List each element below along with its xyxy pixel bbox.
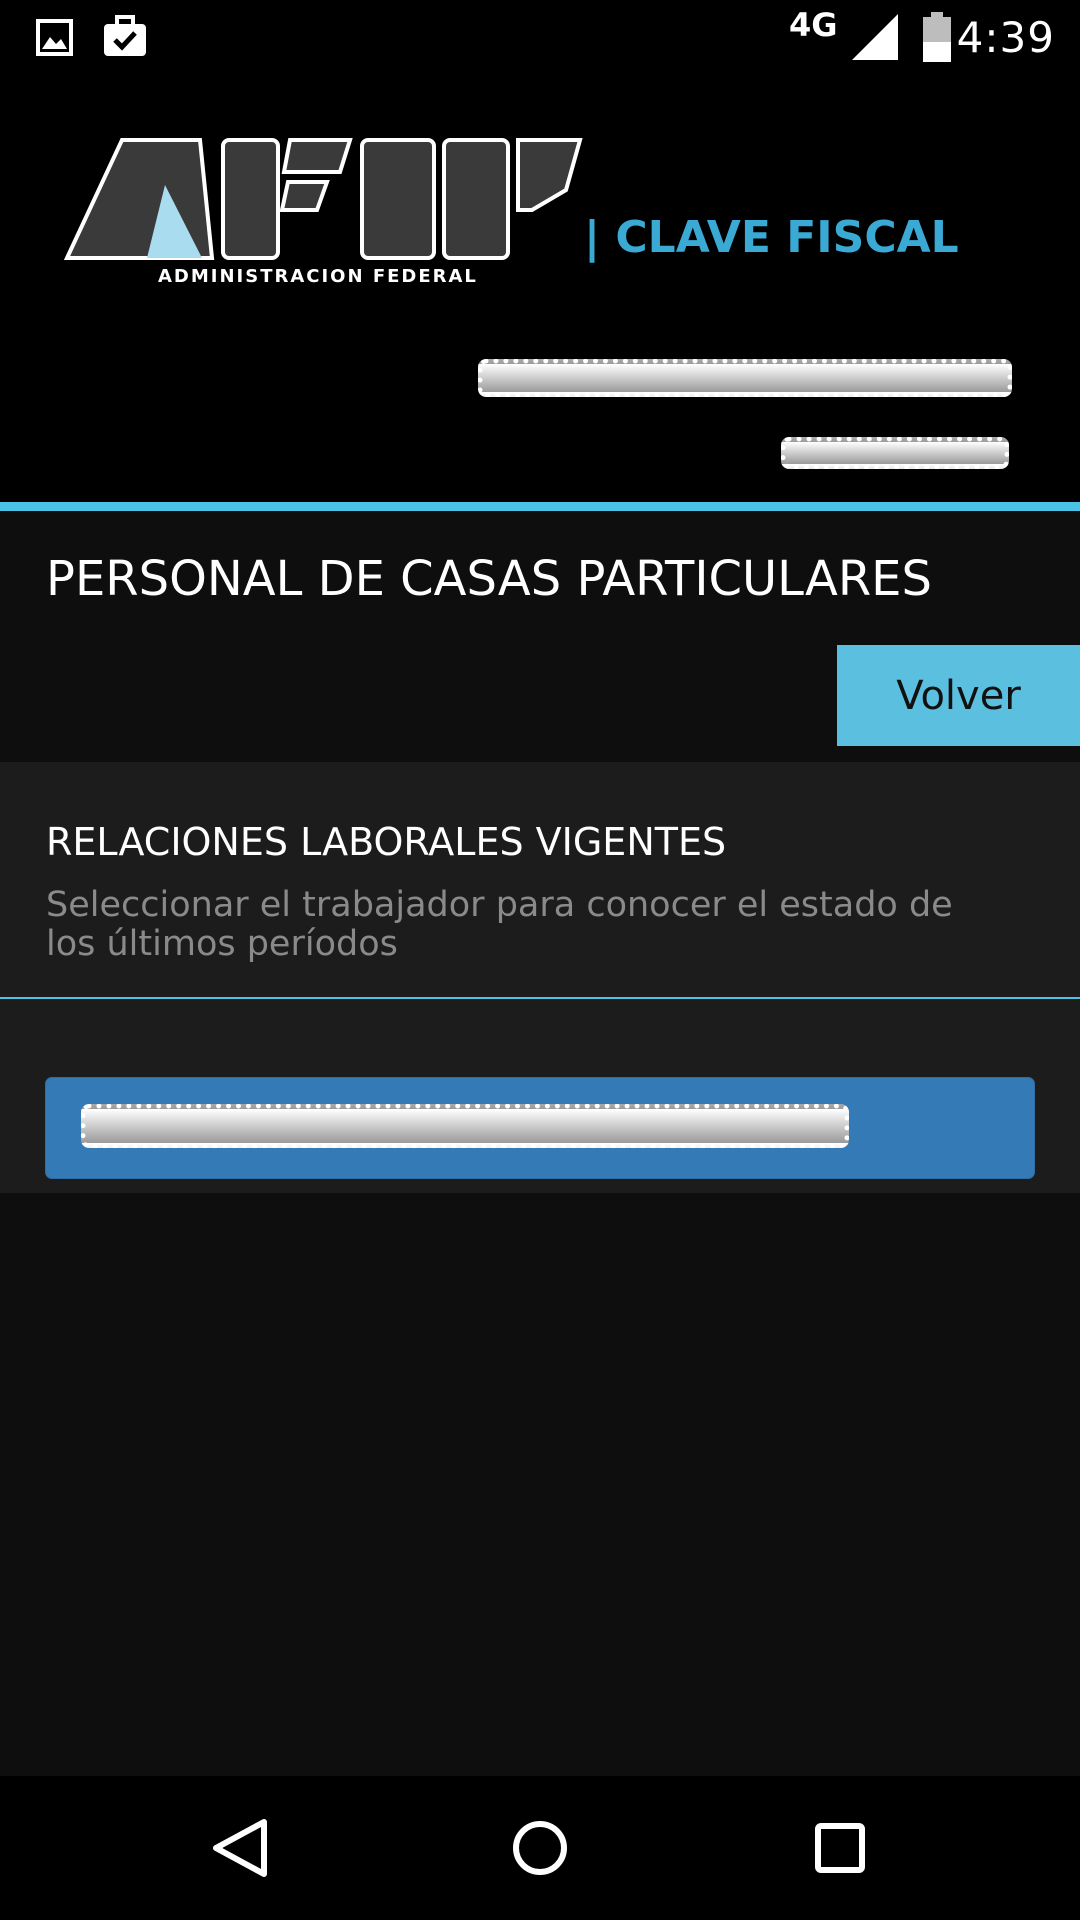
app-header: ADMINISTRACION FEDERAL | CLAVE FISCAL — [0, 76, 1080, 502]
relations-card-header: RELACIONES LABORALES VIGENTES Selecciona… — [0, 762, 1080, 999]
afip-logo: ADMINISTRACION FEDERAL | CLAVE FISCAL — [63, 138, 959, 287]
network-type: 4G — [789, 6, 838, 44]
nav-recents-button[interactable] — [750, 1776, 930, 1920]
logo-subtitle: ADMINISTRACION FEDERAL — [158, 266, 478, 287]
section-heading: RELACIONES LABORALES VIGENTES — [46, 820, 727, 864]
battery-icon — [923, 12, 951, 62]
relations-card: RELACIONES LABORALES VIGENTES Selecciona… — [0, 762, 1080, 1193]
section-description: Seleccionar el trabajador para conocer e… — [46, 885, 953, 964]
worker-item-button[interactable] — [45, 1077, 1035, 1179]
page-title: PERSONAL DE CASAS PARTICULARES — [46, 551, 932, 607]
user-id-redacted — [781, 437, 1009, 469]
status-bar: 4G 4:39 — [0, 0, 1080, 76]
user-name-redacted — [478, 359, 1012, 397]
header-divider — [0, 502, 1080, 511]
signal-icon — [852, 14, 898, 60]
product-name: | CLAVE FISCAL — [584, 212, 959, 263]
back-triangle-icon — [213, 1819, 267, 1877]
recents-square-icon — [815, 1823, 865, 1873]
nav-home-button[interactable] — [450, 1776, 630, 1920]
nav-back-button[interactable] — [150, 1776, 330, 1920]
back-button[interactable]: Volver — [837, 645, 1080, 746]
title-section: PERSONAL DE CASAS PARTICULARES Volver — [0, 511, 1080, 762]
briefcase-check-icon — [104, 15, 146, 56]
home-circle-icon — [513, 1821, 567, 1875]
system-nav-bar — [0, 1776, 1080, 1920]
worker-name-redacted — [81, 1104, 849, 1148]
clock: 4:39 — [956, 13, 1055, 62]
image-notification-icon — [36, 19, 73, 56]
